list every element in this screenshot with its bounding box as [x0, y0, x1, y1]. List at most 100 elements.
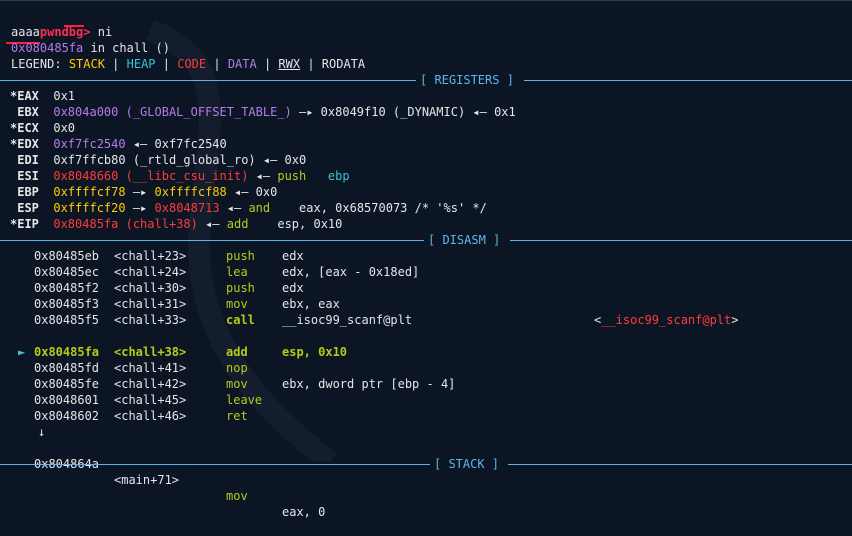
instruction-op: mov	[226, 297, 248, 311]
disasm-row: 0x80485fd <chall+41> nop	[0, 360, 852, 376]
instruction-op: leave	[226, 393, 263, 407]
register-value: ◂—	[197, 217, 227, 231]
register-row: EDI 0xf7ffcb80 (_rtld_global_ro) ◂— 0x0	[10, 152, 306, 168]
register-value: add	[226, 217, 278, 231]
next-op: mov	[226, 489, 248, 503]
register-row: *EDX 0xf7fc2540 ◂— 0xf7fc2540	[10, 136, 227, 152]
disasm-row: 0x8048601 <chall+45> leave	[0, 392, 852, 408]
location-address: 0x080485fa	[11, 41, 84, 55]
instruction-args: esp, 0x10	[282, 345, 348, 359]
location-line: 0x080485fa in chall ()	[11, 40, 170, 56]
instruction-op: push	[226, 281, 255, 295]
flow-down-arrow: ↓	[38, 425, 46, 439]
instruction-op: add	[226, 345, 248, 359]
register-value: ◂—	[248, 169, 278, 183]
disasm-rule-right	[510, 240, 852, 241]
instruction-address: 0x80485fd	[34, 361, 100, 375]
register-name: *ECX	[10, 121, 54, 135]
instruction-symbol: <chall+45>	[114, 393, 187, 407]
register-value: eax, 0x68570073 /* '%s' */	[299, 201, 487, 215]
legend-line: LEGEND: STACK | HEAP | CODE | DATA | RWX…	[11, 56, 365, 72]
register-value: push	[277, 169, 328, 183]
command-underline	[64, 25, 84, 27]
next-symbol: <main+71>	[114, 473, 180, 487]
call-target: <__isoc99_scanf@plt>	[594, 313, 739, 327]
disasm-row: 0x80485ec <chall+24> lea edx, [eax - 0x18ed…	[0, 264, 852, 280]
register-name: EBX	[10, 105, 54, 119]
instruction-args: ebx, eax	[282, 297, 340, 311]
register-value: 0x1	[53, 89, 76, 103]
instruction-args: edx, [eax - 0x18ed]	[282, 265, 420, 279]
register-value: —▸	[125, 185, 155, 199]
terminal-window[interactable]: pwndbg> ni aaaa 0x080485fa in chall () L…	[0, 0, 852, 519]
register-name: EBP	[10, 185, 54, 199]
register-value: 0xffffcf88	[154, 185, 227, 199]
register-value: 0x0	[53, 121, 76, 135]
register-value: esp, 0x10	[277, 217, 343, 231]
instruction-op: push	[226, 249, 255, 263]
instruction-op: lea	[226, 265, 248, 279]
register-row: ESP 0xffffcf20 —▸ 0x8048713 ◂— and eax, …	[10, 200, 487, 216]
legend-rwx: RWX	[278, 57, 301, 71]
instruction-address: 0x8048602	[34, 409, 100, 423]
register-value: 0x80485fa (chall+38)	[53, 217, 198, 231]
stack-title: [ STACK ]	[434, 457, 500, 471]
instruction-args: __isoc99_scanf@plt	[282, 313, 413, 327]
register-value: —▸ 0x8049f10 (_DYNAMIC) ◂— 0x1	[291, 105, 516, 119]
instruction-symbol: <chall+41>	[114, 361, 187, 375]
entered-command[interactable]: ni	[98, 25, 112, 39]
register-row: EBX 0x804a000 (_GLOBAL_OFFSET_TABLE_) —▸…	[10, 104, 516, 120]
instruction-op: ret	[226, 409, 248, 423]
registers-rule-right	[524, 80, 852, 81]
instruction-address: 0x80485fe	[34, 377, 100, 391]
prompt-line: pwndbg> ni	[11, 8, 112, 39]
registers-rule-left	[0, 80, 416, 81]
current-instruction-marker: ►	[18, 345, 26, 359]
legend-separator: |	[104, 57, 127, 71]
register-row: ESI 0x8048660 (__libc_csu_init) ◂— push …	[10, 168, 350, 184]
instruction-op: nop	[226, 361, 248, 375]
disasm-title: [ DISASM ]	[428, 233, 501, 247]
register-value: ebp	[327, 169, 350, 183]
disasm-header: [ DISASM ]	[0, 232, 852, 248]
register-value: 0x8048713	[154, 201, 220, 215]
instruction-op: call	[226, 313, 255, 327]
instruction-op: mov	[226, 377, 248, 391]
register-value: 0xf7fc2540	[53, 137, 126, 151]
legend-label: LEGEND:	[11, 57, 62, 71]
stack-rule-left	[0, 464, 430, 465]
disasm-row: 0x80485f2 <chall+30> push edx	[0, 280, 852, 296]
instruction-args: edx	[282, 249, 304, 263]
register-row: *EAX 0x1	[10, 88, 75, 104]
register-name: *EAX	[10, 89, 54, 103]
register-value: 0x8048660 (__libc_csu_init)	[53, 169, 249, 183]
register-value: ◂— 0xf7fc2540	[125, 137, 227, 151]
register-row: *EIP 0x80485fa (chall+38) ◂— add esp, 0x…	[10, 216, 342, 232]
stack-rule-right	[508, 464, 852, 465]
register-value: 0xffffcf78	[53, 185, 126, 199]
register-value: ◂— 0x0	[226, 185, 278, 199]
register-value: ◂—	[219, 201, 249, 215]
instruction-args: ebx, dword ptr [ebp - 4]	[282, 377, 456, 391]
instruction-args: edx	[282, 281, 304, 295]
instruction-address: 0x80485ec	[34, 265, 100, 279]
disasm-next-line: 0x804864a <main+71> mov eax, 0	[11, 440, 325, 519]
instruction-symbol: <chall+30>	[114, 281, 187, 295]
register-name: ESP	[10, 201, 54, 215]
instruction-symbol: <chall+38>	[114, 345, 187, 359]
register-value: 0x804a000 (_GLOBAL_OFFSET_TABLE_)	[53, 105, 292, 119]
instruction-address: 0x80485fa	[34, 345, 100, 359]
gdb-prompt: pwndbg>	[39, 25, 91, 39]
instruction-symbol: <chall+42>	[114, 377, 187, 391]
register-name: EDI	[10, 153, 54, 167]
disasm-rule-left	[0, 240, 424, 241]
legend-stack: STACK	[68, 57, 105, 71]
location-text: in chall ()	[83, 41, 170, 55]
registers-title: [ REGISTERS ]	[420, 73, 514, 87]
disasm-row: 0x8048602 <chall+46> ret	[0, 408, 852, 424]
register-row: *ECX 0x0	[10, 120, 75, 136]
register-value: 0xffffcf20	[53, 201, 126, 215]
legend-separator: |	[206, 57, 228, 71]
call-target-name: __isoc99_scanf@plt	[601, 313, 732, 327]
instruction-symbol: <chall+31>	[114, 297, 187, 311]
